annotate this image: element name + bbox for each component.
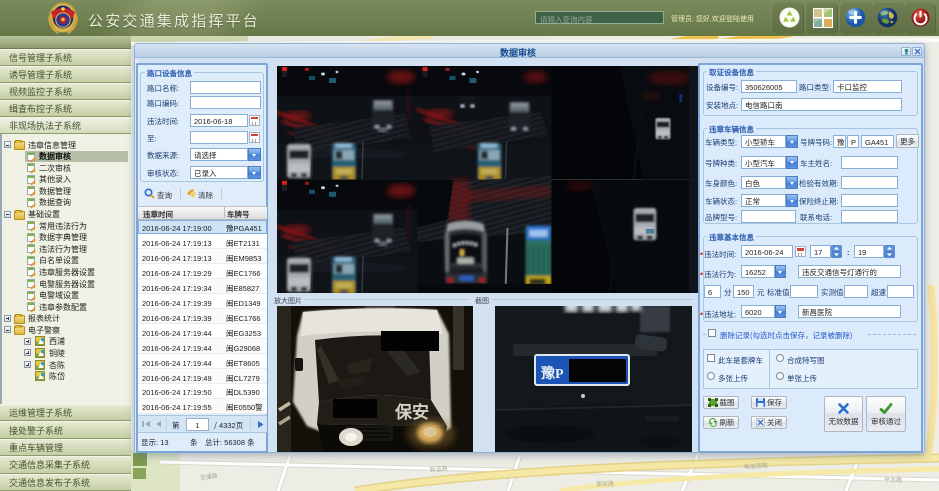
svg-text:保安路: 保安路 <box>596 479 614 488</box>
svg-text:豫P: 豫P <box>541 363 564 383</box>
svg-text:电信南路: 电信南路 <box>744 460 769 471</box>
svg-text:保安: 保安 <box>394 398 429 423</box>
svg-text:平台路: 平台路 <box>884 475 902 484</box>
svg-text:新昌路: 新昌路 <box>429 463 448 474</box>
